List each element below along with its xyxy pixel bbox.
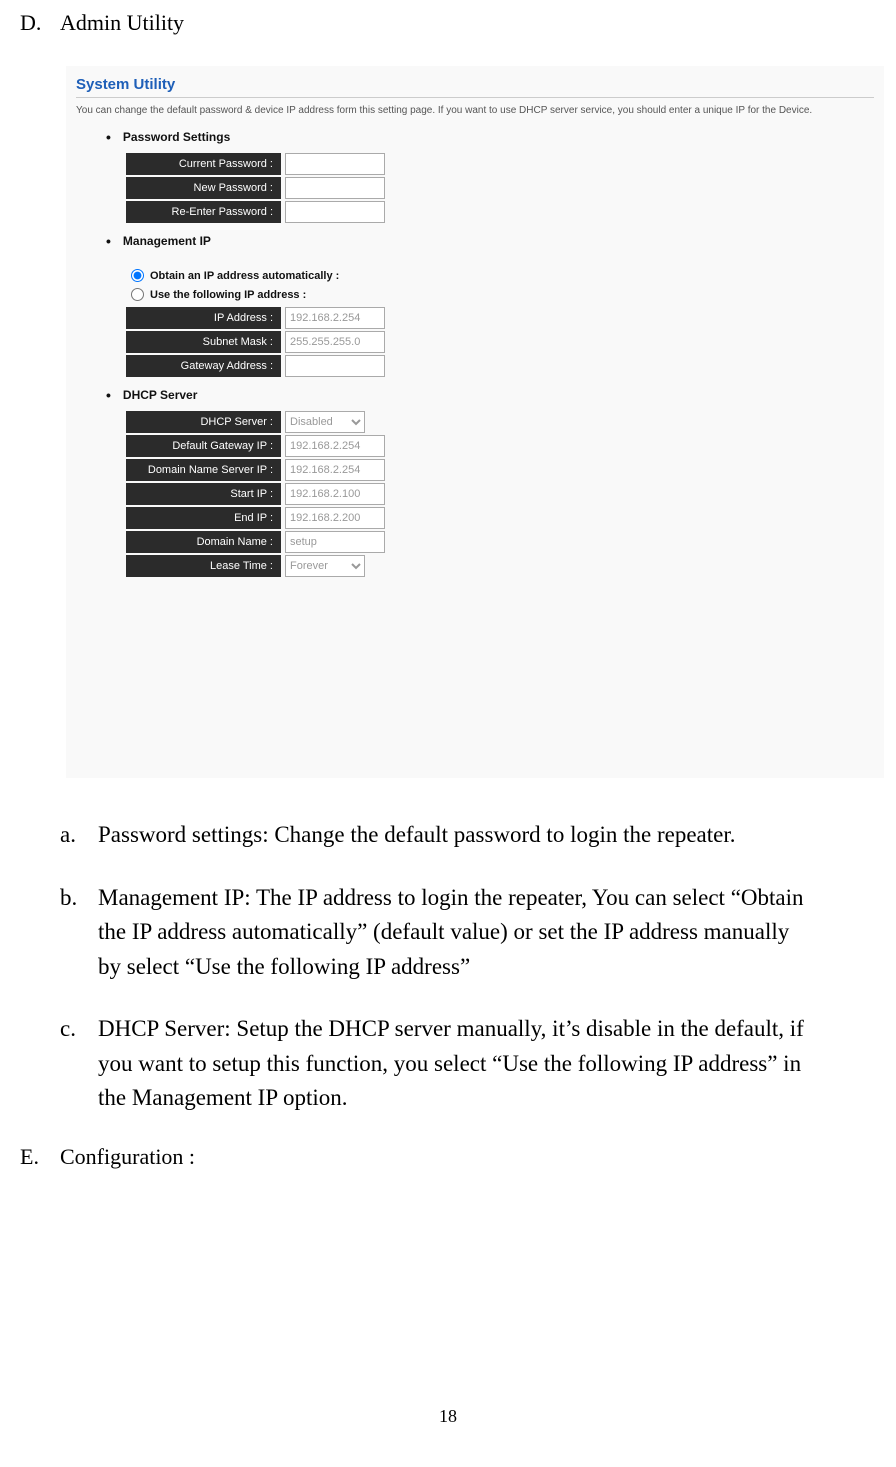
ip-address-label: IP Address : — [126, 307, 281, 329]
dhcp-server-heading: DHCP Server — [106, 387, 874, 403]
radio-manual[interactable] — [131, 288, 144, 301]
note-c: c. DHCP Server: Setup the DHCP server ma… — [60, 1012, 876, 1116]
reenter-password-input[interactable] — [285, 201, 385, 223]
new-password-input[interactable] — [285, 177, 385, 199]
section-e-heading: E. Configuration : — [20, 1144, 876, 1170]
dhcp-server-select[interactable]: Disabled — [285, 411, 365, 433]
new-password-row: New Password : — [126, 177, 874, 199]
system-utility-description: You can change the default password & de… — [76, 104, 874, 117]
note-b-letter: b. — [60, 881, 98, 985]
note-a: a. Password settings: Change the default… — [60, 818, 876, 853]
subnet-mask-label: Subnet Mask : — [126, 331, 281, 353]
end-ip-label: End IP : — [126, 507, 281, 529]
radio-auto[interactable] — [131, 269, 144, 282]
system-utility-title: System Utility — [76, 76, 874, 98]
gateway-address-input[interactable] — [285, 355, 385, 377]
dhcp-server-label: DHCP Server : — [126, 411, 281, 433]
lease-time-label: Lease Time : — [126, 555, 281, 577]
note-c-text: DHCP Server: Setup the DHCP server manua… — [98, 1012, 876, 1116]
current-password-input[interactable] — [285, 153, 385, 175]
section-e-title: Configuration : — [60, 1144, 195, 1170]
system-utility-screenshot: System Utility You can change the defaul… — [66, 66, 884, 778]
start-ip-input[interactable] — [285, 483, 385, 505]
notes-list: a. Password settings: Change the default… — [60, 818, 876, 1116]
current-password-row: Current Password : — [126, 153, 874, 175]
end-ip-input[interactable] — [285, 507, 385, 529]
dns-ip-label: Domain Name Server IP : — [126, 459, 281, 481]
default-gateway-ip-input[interactable] — [285, 435, 385, 457]
reenter-password-label: Re-Enter Password : — [126, 201, 281, 223]
subnet-mask-input[interactable] — [285, 331, 385, 353]
section-d-letter: D. — [20, 10, 60, 36]
radio-auto-row[interactable]: Obtain an IP address automatically : — [131, 269, 874, 282]
domain-name-input[interactable] — [285, 531, 385, 553]
current-password-label: Current Password : — [126, 153, 281, 175]
dns-ip-input[interactable] — [285, 459, 385, 481]
radio-auto-label: Obtain an IP address automatically : — [150, 270, 339, 282]
note-b: b. Management IP: The IP address to logi… — [60, 881, 876, 985]
note-a-text: Password settings: Change the default pa… — [98, 818, 876, 853]
note-a-letter: a. — [60, 818, 98, 853]
default-gateway-ip-label: Default Gateway IP : — [126, 435, 281, 457]
radio-manual-row[interactable]: Use the following IP address : — [131, 288, 874, 301]
note-b-text: Management IP: The IP address to login t… — [98, 881, 876, 985]
password-settings-heading: Password Settings — [106, 129, 874, 145]
page-number: 18 — [0, 1406, 896, 1427]
domain-name-label: Domain Name : — [126, 531, 281, 553]
new-password-label: New Password : — [126, 177, 281, 199]
ip-address-input[interactable] — [285, 307, 385, 329]
section-d-heading: D. Admin Utility — [20, 10, 876, 36]
lease-time-select[interactable]: Forever — [285, 555, 365, 577]
section-e-letter: E. — [20, 1144, 60, 1170]
reenter-password-row: Re-Enter Password : — [126, 201, 874, 223]
radio-manual-label: Use the following IP address : — [150, 289, 306, 301]
start-ip-label: Start IP : — [126, 483, 281, 505]
note-c-letter: c. — [60, 1012, 98, 1116]
section-d-title: Admin Utility — [60, 10, 184, 36]
management-ip-heading: Management IP — [106, 233, 874, 249]
gateway-address-label: Gateway Address : — [126, 355, 281, 377]
